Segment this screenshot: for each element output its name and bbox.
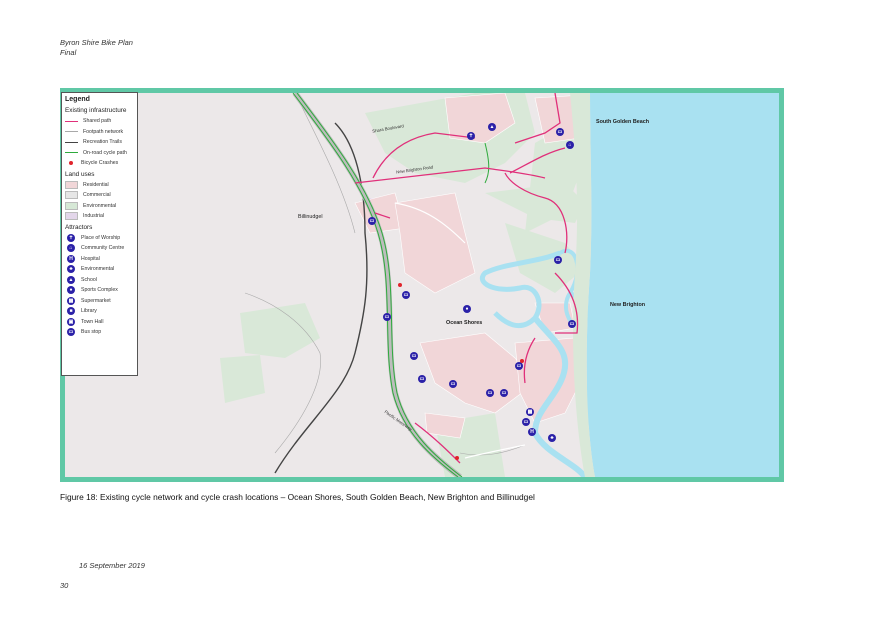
legend-item-environmental: ♣ Environmental — [65, 264, 134, 275]
legend-label: On-road cycle path — [83, 149, 127, 156]
bus-stop-icon: ▭ — [402, 291, 410, 299]
bus-stop-icon: ▭ — [449, 380, 457, 388]
document-status: Final — [60, 48, 77, 57]
legend-section-infrastructure: Existing infrastructure — [65, 107, 127, 114]
legend-label: Environmental — [81, 266, 115, 273]
school-icon: ▲ — [67, 275, 75, 284]
place-label-new-brighton: New Brighton — [610, 302, 646, 308]
legend-label: Library — [81, 308, 97, 315]
bus-stop-icon: ▭ — [522, 418, 530, 426]
legend-label: School — [81, 276, 97, 283]
legend-label: Residential — [83, 181, 109, 188]
legend-label: Supermarket — [81, 297, 111, 304]
legend-label: Shared path — [83, 118, 112, 125]
place-of-worship-icon: ✝ — [467, 132, 475, 140]
bus-stop-icon: ▭ — [368, 217, 376, 225]
place-label-billinudgel: Billinudgel — [298, 214, 323, 220]
legend-item-place-of-worship: ✝ Place of Worship — [65, 233, 134, 244]
town-hall-icon: ▣ — [67, 317, 75, 326]
legend-item-supermarket: ▦ Supermarket — [65, 296, 134, 307]
legend-label: Community Centre — [81, 245, 125, 252]
bicycle-crash-swatch — [69, 161, 73, 166]
hospital-icon: H — [67, 254, 75, 263]
bus-stop-icon: ▭ — [410, 352, 418, 360]
shared-path-swatch — [65, 120, 78, 122]
legend-item-environmental-land: Environmental — [65, 201, 134, 212]
legend-label: Sports Complex — [81, 287, 118, 294]
legend-item-footpath: Footpath network — [65, 127, 134, 138]
legend-label: Environmental — [83, 202, 117, 209]
legend-label: Bicycle Crashes — [81, 160, 119, 167]
industrial-swatch — [65, 212, 78, 221]
recreation-trail-swatch — [65, 141, 78, 143]
legend-label: Hospital — [81, 255, 100, 262]
legend-item-bicycle-crashes: Bicycle Crashes — [65, 158, 134, 169]
community-centre-icon: ⌂ — [67, 244, 75, 253]
environmental-icon: ♣ — [67, 265, 75, 274]
bicycle-crash-marker — [398, 283, 402, 287]
legend-label: Footpath network — [83, 128, 124, 135]
bus-stop-icon: ▭ — [556, 128, 564, 136]
legend-item-town-hall: ▣ Town Hall — [65, 317, 134, 328]
community-centre-icon: ⌂ — [566, 141, 574, 149]
ocean — [586, 93, 779, 477]
legend-item-bus-stop: ▭ Bus stop — [65, 327, 134, 338]
legend-item-sports-complex: ● Sports Complex — [65, 285, 134, 296]
bus-stop-icon: ▭ — [486, 389, 494, 397]
supermarket-icon: ▦ — [67, 296, 75, 305]
legend-label: Town Hall — [81, 318, 104, 325]
bus-stop-icon: ▭ — [568, 320, 576, 328]
place-label-south-golden-beach: South Golden Beach — [596, 119, 650, 125]
legend-item-community-centre: ⌂ Community Centre — [65, 243, 134, 254]
sports-complex-icon: ● — [67, 286, 75, 295]
document-header: Byron Shire Bike Plan Final — [60, 38, 133, 58]
legend-label: Bus stop — [81, 329, 102, 336]
legend-item-school: ▲ School — [65, 275, 134, 286]
supermarket-icon: ▦ — [526, 408, 534, 416]
hospital-icon: H — [528, 428, 536, 436]
bicycle-crash-marker — [455, 456, 459, 460]
bus-stop-icon: ▭ — [554, 256, 562, 264]
legend-item-library: ■ Library — [65, 306, 134, 317]
legend-attractor-list: ✝ Place of Worship ⌂ Community Centre H Hospi… — [65, 233, 134, 338]
legend-item-hospital: H Hospital — [65, 254, 134, 265]
residential-swatch — [65, 180, 78, 189]
footpath-swatch — [65, 131, 78, 133]
legend-item-on-road-cycle-path: On-road cycle path — [65, 148, 134, 159]
legend-label: Commercial — [83, 192, 111, 199]
document-title: Byron Shire Bike Plan — [60, 38, 133, 47]
legend-section-attractors: Attractors — [65, 223, 93, 231]
commercial-swatch — [65, 191, 78, 200]
footer-date: 16 September 2019 — [79, 561, 145, 570]
bus-stop-icon: ▭ — [67, 328, 75, 337]
place-label-ocean-shores: Ocean Shores — [446, 320, 483, 326]
place-of-worship-icon: ✝ — [67, 233, 75, 242]
bus-stop-icon: ▭ — [383, 313, 391, 321]
legend-title: Legend — [65, 96, 90, 103]
legend-item-shared-path: Shared path — [65, 116, 134, 127]
legend-section-land-uses: Land uses — [65, 170, 95, 178]
legend-item-residential: Residential — [65, 180, 134, 191]
bicycle-crash-marker — [520, 359, 524, 363]
environmental-icon: ♣ — [548, 434, 556, 442]
page-number: 30 — [60, 581, 69, 590]
map-legend: Legend Existing infrastructure Shared pa… — [61, 92, 138, 376]
legend-label: Place of Worship — [81, 234, 121, 241]
map-frame: South Golden Beach Billinudgel Ocean Sho… — [60, 88, 784, 482]
on-road-cycle-path-swatch — [65, 152, 78, 154]
legend-item-industrial: Industrial — [65, 211, 134, 222]
library-icon: ■ — [67, 307, 75, 316]
environmental-land-swatch — [65, 201, 78, 210]
school-icon: ▲ — [488, 123, 496, 131]
bus-stop-icon: ▭ — [500, 389, 508, 397]
legend-item-recreation-trails: Recreation Trails — [65, 137, 134, 148]
sports-complex-icon: ● — [463, 305, 471, 313]
map-canvas — [65, 93, 779, 477]
legend-label: Industrial — [83, 213, 105, 220]
bus-stop-icon: ▭ — [515, 362, 523, 370]
legend-label: Recreation Trails — [83, 139, 122, 146]
bus-stop-icon: ▭ — [418, 375, 426, 383]
figure-caption: Figure 18: Existing cycle network and cy… — [60, 492, 535, 502]
legend-item-commercial: Commercial — [65, 190, 134, 201]
